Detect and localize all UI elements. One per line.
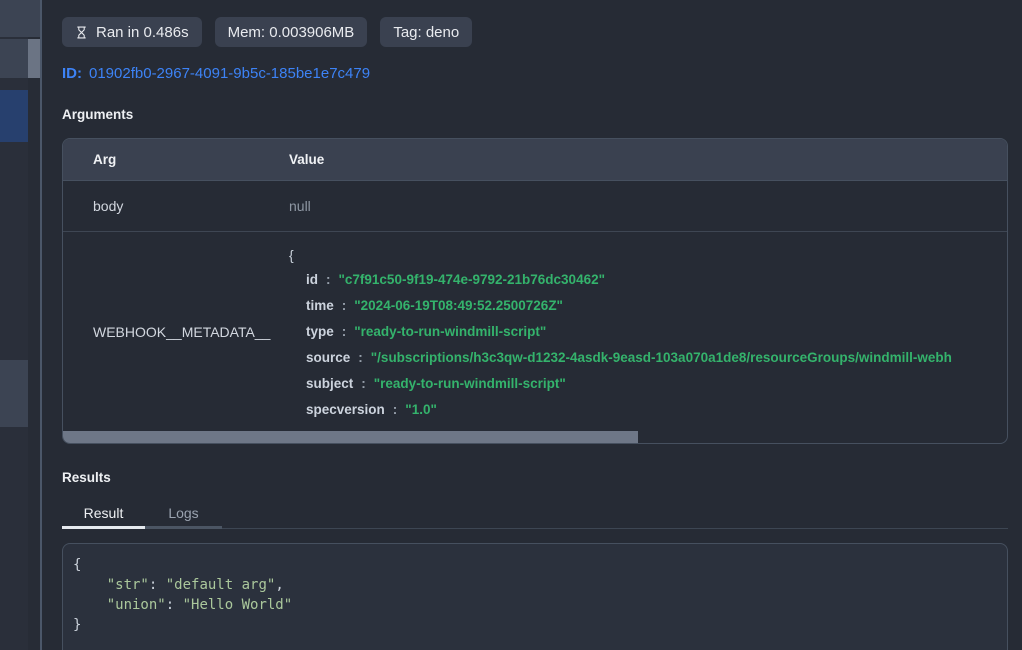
entry-key: specversion [306,402,385,417]
entry-value: "/subscriptions/h3c3qw-d1232-4asdk-9easd… [371,350,952,365]
entry-value: "2024-06-19T08:49:52.2500726Z" [354,298,563,313]
tag-badge: Tag: deno [380,17,472,47]
entry-key: time [306,298,334,313]
left-panel-item-lower [0,360,28,427]
entry-key: type [306,324,334,339]
code-separator: : [166,597,183,613]
duration-badge-label: Ran in 0.486s [96,24,189,41]
entry-value: "c7f91c50-9f19-474e-9792-21b76dc30462" [339,272,606,287]
table-row-webhook-metadata: WEBHOOK__METADATA__ { id: "c7f91c50-9f19-… [63,232,1007,431]
arguments-table: Arg Value body null WEBHOOK__METADATA__ … [62,138,1008,444]
entry-key: source [306,350,350,365]
arguments-table-header: Arg Value [63,139,1007,181]
duration-badge: Ran in 0.486s [62,17,202,47]
left-panel-scrollbar-thumb[interactable] [28,39,40,78]
left-panel-scrollbar-track [28,0,40,650]
arg-name: WEBHOOK__METADATA__ [63,232,277,431]
tag-badge-label: Tag: deno [393,24,459,41]
object-viewer: { id: "c7f91c50-9f19-474e-9792-21b76dc304… [277,232,1007,431]
table-row-body-arg: body null [63,181,1007,232]
arguments-heading: Arguments [62,107,1008,122]
entry-separator: : [342,324,347,339]
code-key: "str" [107,577,149,593]
entry-separator: : [393,402,398,417]
entry-value: "ready-to-run-windmill-script" [354,324,546,339]
job-id-value[interactable]: 01902fb0-2967-4091-9b5c-185be1e7c479 [89,65,370,82]
code-comma: , [275,577,283,593]
entry-separator: : [326,272,331,287]
entry-key: id [306,272,318,287]
horizontal-scrollbar-thumb[interactable] [63,431,638,443]
code-key: "union" [107,597,166,613]
value-column-header: Value [277,152,1007,167]
arg-column-header: Arg [63,152,277,167]
results-heading: Results [62,470,1008,485]
table-horizontal-scrollbar [63,431,1007,443]
code-indent [73,597,107,613]
object-entry-subject: subject: "ready-to-run-windmill-script" [289,371,1007,397]
entry-value: "1.0" [405,402,437,417]
tab-logs[interactable]: Logs [145,500,222,529]
object-entry-time: time: "2024-06-19T08:49:52.2500726Z" [289,293,1007,319]
memory-badge: Mem: 0.003906MB [215,17,368,47]
code-line: "union": "Hello World" [73,595,997,615]
entry-value: "ready-to-run-windmill-script" [374,376,566,391]
object-open-brace: { [289,244,1007,267]
run-detail-panel: Ran in 0.486s Mem: 0.003906MB Tag: deno … [42,0,1022,650]
job-id-line: ID: 01902fb0-2967-4091-9b5c-185be1e7c479 [62,65,1008,82]
code-indent [73,577,107,593]
memory-badge-label: Mem: 0.003906MB [228,24,355,41]
object-entry-id: id: "c7f91c50-9f19-474e-9792-21b76dc30462… [289,267,1007,293]
arg-value-null: null [277,198,1007,214]
left-panel-item-top [0,0,40,37]
left-panel-strip [0,0,40,650]
results-tab-bar: Result Logs [62,500,1008,529]
job-id-label: ID: [62,65,82,82]
entry-separator: : [361,376,366,391]
code-separator: : [149,577,166,593]
object-entry-type: type: "ready-to-run-windmill-script" [289,319,1007,345]
code-value: "Hello World" [183,597,293,613]
object-entry-specversion: specversion: "1.0" [289,397,1007,423]
left-panel-selected-item[interactable] [0,90,28,142]
code-line: { [73,555,997,575]
arg-name: body [63,198,277,214]
tab-result[interactable]: Result [62,500,145,529]
entry-separator: : [358,350,363,365]
object-entry-source: source: "/subscriptions/h3c3qw-d1232-4asd… [289,345,1007,371]
hourglass-icon [75,25,88,40]
result-json-viewer: { "str": "default arg", "union": "Hello … [62,543,1008,650]
run-stats-badges: Ran in 0.486s Mem: 0.003906MB Tag: deno [62,17,1008,47]
code-line: "str": "default arg", [73,575,997,595]
entry-key: subject [306,376,353,391]
code-value: "default arg" [166,577,276,593]
entry-separator: : [342,298,347,313]
code-line: } [73,615,997,635]
